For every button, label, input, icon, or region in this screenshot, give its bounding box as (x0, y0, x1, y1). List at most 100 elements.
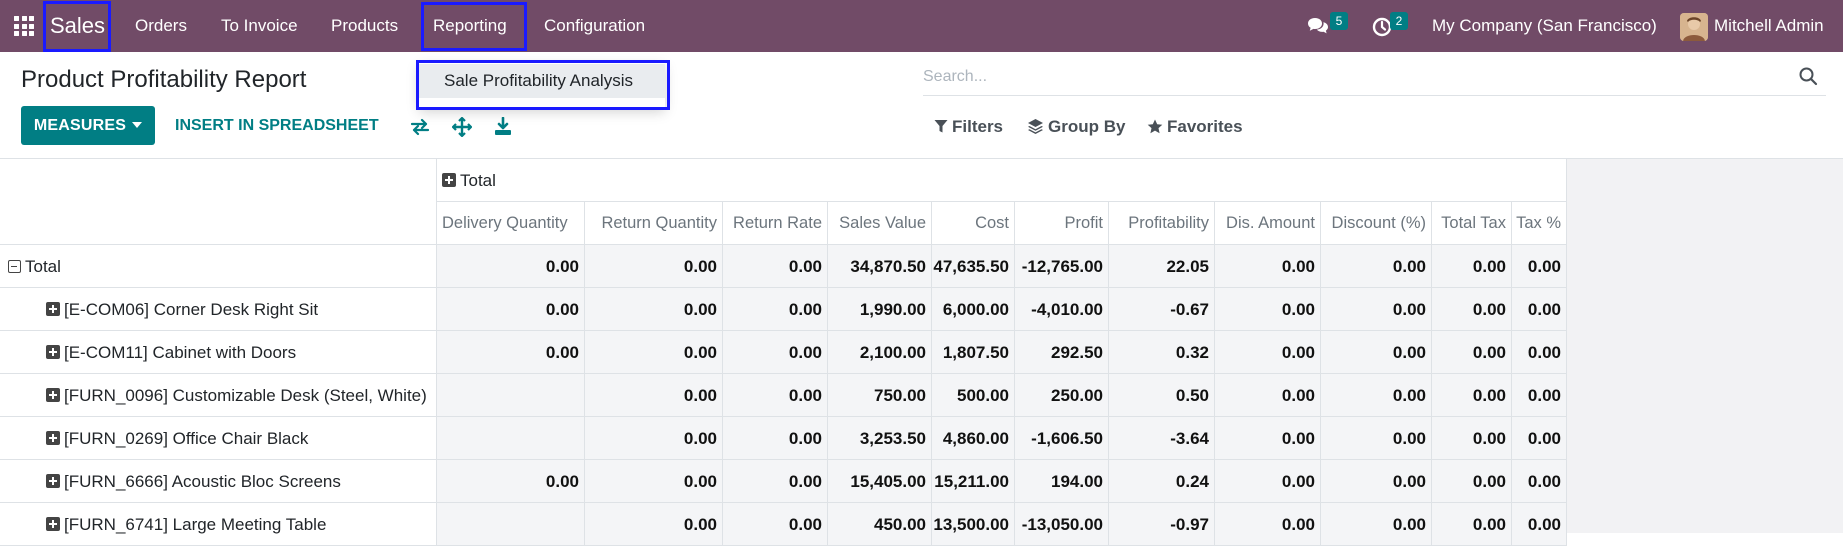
pivot-column-header[interactable]: Profitability (1109, 202, 1215, 245)
pivot-cell[interactable]: -0.67 (1109, 288, 1215, 331)
pivot-cell[interactable]: 1,807.50 (932, 331, 1015, 374)
pivot-cell[interactable]: 15,405.00 (828, 460, 932, 503)
pivot-cell[interactable]: 0.00 (1432, 245, 1512, 288)
pivot-cell[interactable]: 0.00 (723, 460, 828, 503)
pivot-cell[interactable]: 0.00 (1512, 503, 1567, 546)
pivot-cell[interactable]: 0.00 (1215, 331, 1321, 374)
pivot-cell[interactable]: 4,860.00 (932, 417, 1015, 460)
pivot-row-header[interactable]: [E-COM11] Cabinet with Doors (0, 331, 437, 374)
search-input[interactable] (923, 62, 1783, 92)
pivot-cell[interactable]: 0.00 (1432, 460, 1512, 503)
pivot-cell[interactable]: 3,253.50 (828, 417, 932, 460)
pivot-cell[interactable]: 450.00 (828, 503, 932, 546)
user-menu[interactable]: Mitchell Admin (1714, 0, 1824, 52)
expand-all-icon[interactable] (452, 117, 472, 137)
pivot-cell[interactable]: 0.00 (1512, 288, 1567, 331)
pivot-cell[interactable]: 0.50 (1109, 374, 1215, 417)
pivot-cell[interactable]: 0.00 (1512, 245, 1567, 288)
pivot-cell[interactable]: 0.00 (1512, 417, 1567, 460)
search-icon[interactable] (1798, 66, 1818, 86)
pivot-cell[interactable]: 750.00 (828, 374, 932, 417)
pivot-cell[interactable]: 0.00 (1512, 374, 1567, 417)
menu-products[interactable]: Products (331, 0, 398, 52)
pivot-column-header[interactable]: Profit (1015, 202, 1109, 245)
pivot-cell[interactable]: 0.00 (1432, 374, 1512, 417)
pivot-cell[interactable]: 0.00 (723, 503, 828, 546)
insert-in-spreadsheet-button[interactable]: INSERT IN SPREADSHEET (175, 106, 379, 145)
pivot-cell[interactable]: 34,870.50 (828, 245, 932, 288)
pivot-column-header[interactable]: Cost (932, 202, 1015, 245)
download-icon[interactable] (493, 117, 513, 137)
pivot-cell[interactable]: 0.00 (1215, 374, 1321, 417)
pivot-column-header[interactable]: Return Rate (723, 202, 828, 245)
pivot-cell[interactable] (437, 417, 585, 460)
pivot-row-header[interactable]: [FURN_6741] Large Meeting Table (0, 503, 437, 546)
pivot-cell[interactable]: 1,990.00 (828, 288, 932, 331)
activity-clock-icon[interactable] (1372, 17, 1392, 37)
pivot-cell[interactable]: 0.00 (437, 245, 585, 288)
pivot-cell[interactable]: 0.00 (1321, 245, 1432, 288)
pivot-cell[interactable]: 194.00 (1015, 460, 1109, 503)
messages-icon[interactable] (1307, 17, 1329, 36)
pivot-cell[interactable]: -12,765.00 (1015, 245, 1109, 288)
pivot-cell[interactable]: 0.00 (1321, 503, 1432, 546)
pivot-cell[interactable]: 0.00 (585, 503, 723, 546)
pivot-cell[interactable]: 13,500.00 (932, 503, 1015, 546)
company-switcher[interactable]: My Company (San Francisco) (1432, 0, 1657, 52)
pivot-cell[interactable]: 0.00 (723, 331, 828, 374)
pivot-cell[interactable]: 292.50 (1015, 331, 1109, 374)
pivot-cell[interactable]: 0.00 (1215, 460, 1321, 503)
pivot-col-group-header[interactable]: Total (437, 159, 1567, 202)
pivot-column-header[interactable]: Sales Value (828, 202, 932, 245)
pivot-row-header[interactable]: [FURN_6666] Acoustic Bloc Screens (0, 460, 437, 503)
pivot-cell[interactable]: 0.32 (1109, 331, 1215, 374)
pivot-column-header[interactable]: Discount (%) (1321, 202, 1432, 245)
pivot-cell[interactable]: 0.00 (585, 374, 723, 417)
flip-axis-icon[interactable] (410, 117, 430, 137)
menu-orders[interactable]: Orders (135, 0, 187, 52)
pivot-cell[interactable]: 0.00 (723, 374, 828, 417)
pivot-cell[interactable]: 0.00 (585, 245, 723, 288)
pivot-cell[interactable]: 500.00 (932, 374, 1015, 417)
pivot-cell[interactable]: 0.24 (1109, 460, 1215, 503)
pivot-cell[interactable]: 0.00 (437, 331, 585, 374)
pivot-column-header[interactable]: Delivery Quantity (437, 202, 585, 245)
pivot-cell[interactable]: 47,635.50 (932, 245, 1015, 288)
pivot-cell[interactable]: 0.00 (1432, 331, 1512, 374)
pivot-cell[interactable]: 0.00 (585, 288, 723, 331)
pivot-cell[interactable]: 0.00 (1432, 503, 1512, 546)
pivot-cell[interactable]: 0.00 (1321, 331, 1432, 374)
pivot-row-header[interactable]: [FURN_0269] Office Chair Black (0, 417, 437, 460)
favorites-toggle[interactable]: Favorites (1147, 114, 1243, 140)
pivot-cell[interactable]: 0.00 (1215, 503, 1321, 546)
pivot-cell[interactable]: 22.05 (1109, 245, 1215, 288)
pivot-cell[interactable]: 0.00 (723, 417, 828, 460)
pivot-cell[interactable]: -0.97 (1109, 503, 1215, 546)
pivot-column-header[interactable]: Dis. Amount (1215, 202, 1321, 245)
pivot-cell[interactable]: 0.00 (1215, 417, 1321, 460)
pivot-row-header-total[interactable]: Total (0, 245, 437, 288)
filters-toggle[interactable]: Filters (934, 114, 1003, 140)
menu-configuration[interactable]: Configuration (544, 0, 645, 52)
pivot-cell[interactable]: 15,211.00 (932, 460, 1015, 503)
menu-to-invoice[interactable]: To Invoice (221, 0, 298, 52)
pivot-cell[interactable]: 0.00 (1512, 460, 1567, 503)
pivot-cell[interactable]: 0.00 (1512, 331, 1567, 374)
pivot-cell[interactable]: 6,000.00 (932, 288, 1015, 331)
group-by-toggle[interactable]: Group By (1027, 114, 1125, 140)
pivot-cell[interactable]: -1,606.50 (1015, 417, 1109, 460)
pivot-cell[interactable]: 0.00 (585, 331, 723, 374)
pivot-cell[interactable]: -3.64 (1109, 417, 1215, 460)
pivot-cell[interactable]: -13,050.00 (1015, 503, 1109, 546)
pivot-cell[interactable]: 0.00 (1321, 374, 1432, 417)
user-avatar[interactable] (1680, 13, 1708, 41)
pivot-cell[interactable]: 250.00 (1015, 374, 1109, 417)
pivot-cell[interactable]: -4,010.00 (1015, 288, 1109, 331)
pivot-column-header[interactable]: Total Tax (1432, 202, 1512, 245)
pivot-row-header[interactable]: [FURN_0096] Customizable Desk (Steel, Wh… (0, 374, 437, 417)
pivot-cell[interactable]: 0.00 (723, 245, 828, 288)
pivot-cell[interactable]: 0.00 (1432, 417, 1512, 460)
pivot-cell[interactable]: 0.00 (585, 460, 723, 503)
app-grid-icon[interactable] (14, 16, 34, 36)
pivot-cell[interactable]: 0.00 (1215, 245, 1321, 288)
